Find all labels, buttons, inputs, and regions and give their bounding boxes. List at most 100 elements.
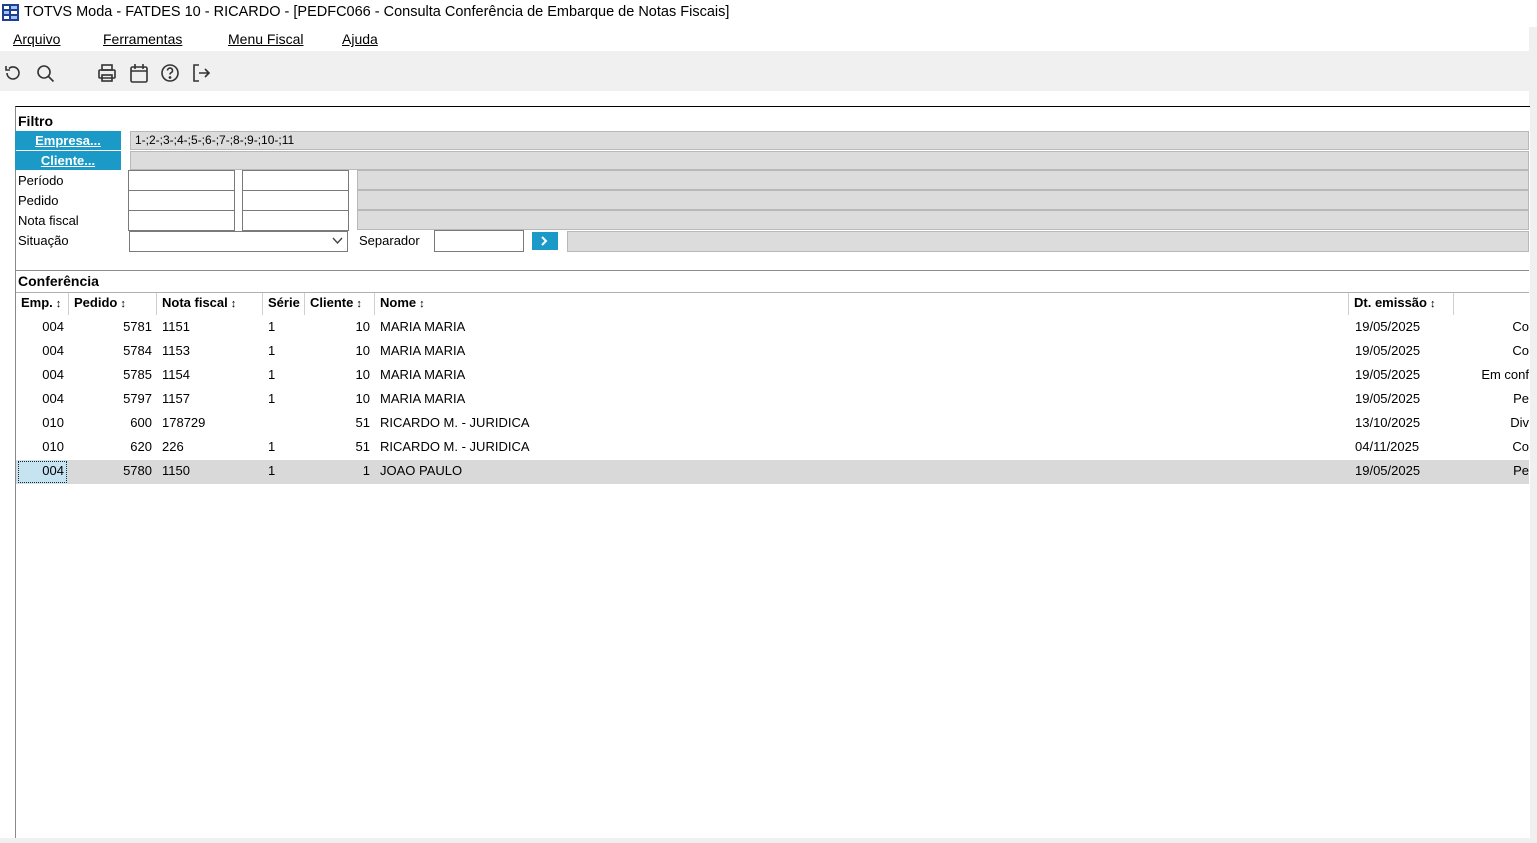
cell-dt-emissao: 19/05/2025: [1355, 367, 1421, 382]
table-row[interactable]: 004 5781 1151 1 10 MARIA MARIA 19/05/202…: [16, 316, 1529, 340]
search-icon[interactable]: [34, 62, 56, 84]
col-nome-header[interactable]: Nome ↕: [375, 293, 1349, 315]
cell-nota-fiscal: 1150: [162, 463, 190, 478]
cell-serie: 1: [268, 343, 276, 358]
cell-situacao: Pe: [1513, 391, 1529, 406]
cell-situacao: Div: [1510, 415, 1529, 430]
chevron-down-icon: [332, 237, 343, 245]
cell-situacao: Co: [1512, 343, 1529, 358]
pedido-end-input[interactable]: [242, 190, 349, 211]
cell-situacao: Em conf: [1481, 367, 1529, 382]
pedido-info-field: [357, 190, 1529, 210]
cell-cliente: 1: [362, 463, 370, 478]
cell-emp: 004: [42, 367, 64, 382]
cell-emp: 004: [17, 460, 68, 484]
filtro-title: Filtro: [18, 113, 53, 129]
app-icon: [2, 4, 19, 21]
chevron-right-icon: [541, 236, 548, 246]
cell-pedido: 5784: [123, 343, 152, 358]
cell-emp: 004: [42, 319, 64, 334]
sort-icon: ↕: [419, 298, 425, 310]
col-cliente-header[interactable]: Cliente ↕: [305, 293, 375, 315]
menu-fiscal-label: Menu Fiscal: [228, 31, 304, 47]
table-row[interactable]: 004 5797 1157 1 10 MARIA MARIA 19/05/202…: [16, 388, 1529, 412]
col-situacao-header[interactable]: [1454, 293, 1529, 315]
go-button[interactable]: [532, 232, 558, 250]
cell-situacao: Co: [1512, 439, 1529, 454]
table-row[interactable]: 010 620 226 1 51 RICARDO M. - JURIDICA 0…: [16, 436, 1529, 460]
col-nota-fiscal-header[interactable]: Nota fiscal ↕: [157, 293, 263, 315]
menu-ajuda-label: Ajuda: [342, 31, 378, 47]
cell-pedido: 5797: [123, 391, 152, 406]
help-icon[interactable]: [159, 62, 181, 84]
sort-icon: ↕: [55, 298, 62, 310]
cliente-field[interactable]: [130, 151, 1529, 170]
cell-cliente: 10: [355, 343, 370, 358]
situacao-select[interactable]: [129, 231, 348, 252]
print-icon[interactable]: [96, 62, 118, 84]
cell-cliente: 10: [355, 391, 370, 406]
cell-cliente: 51: [355, 439, 370, 454]
col-nome-label: Nome: [380, 295, 417, 310]
cell-nome: JOAO PAULO: [380, 463, 463, 478]
nota-fiscal-label: Nota fiscal: [18, 213, 79, 228]
menu-fiscal[interactable]: Menu Fiscal: [228, 31, 303, 47]
empresa-button[interactable]: Empresa...: [15, 131, 121, 150]
periodo-start-input[interactable]: [128, 170, 235, 191]
vertical-scrollbar[interactable]: [1529, 27, 1537, 843]
menu-ajuda[interactable]: Ajuda: [342, 31, 378, 47]
col-serie-label: Série: [268, 295, 300, 310]
cell-pedido: 620: [130, 439, 152, 454]
nota-fiscal-end-input[interactable]: [242, 210, 349, 231]
separador-label: Separador: [359, 233, 420, 248]
periodo-end-input[interactable]: [242, 170, 349, 191]
cell-pedido: 600: [130, 415, 152, 430]
pedido-label: Pedido: [18, 193, 59, 208]
cell-nome: MARIA MARIA: [380, 343, 466, 358]
window-title: TOTVS Moda - FATDES 10 - RICARDO - [PEDF…: [24, 4, 730, 20]
nota-fiscal-start-input[interactable]: [128, 210, 235, 231]
cell-nota-fiscal: 1154: [162, 367, 190, 382]
title-bar: TOTVS Moda - FATDES 10 - RICARDO - [PEDF…: [0, 0, 1537, 26]
section-divider: [15, 270, 1529, 271]
menu-ferramentas-label: Ferramentas: [103, 31, 183, 47]
menu-bar: Arquivo Ferramentas Menu Fiscal Ajuda: [0, 27, 1537, 51]
cell-cliente: 10: [355, 319, 370, 334]
col-nota-fiscal-label: Nota fiscal: [162, 295, 228, 310]
cell-emp: 004: [42, 391, 64, 406]
situacao-label: Situação: [18, 233, 69, 248]
toolbar: [0, 51, 1530, 91]
table-row[interactable]: 010 600 178729 51 RICARDO M. - JURIDICA …: [16, 412, 1529, 436]
nota-fiscal-info-field: [357, 210, 1529, 230]
cell-nome: MARIA MARIA: [380, 319, 466, 334]
col-dt-emissao-header[interactable]: Dt. emissão ↕: [1349, 293, 1454, 315]
col-pedido-header[interactable]: Pedido ↕: [69, 293, 157, 315]
cell-situacao: Co: [1512, 319, 1529, 334]
cliente-button[interactable]: Cliente...: [15, 151, 121, 170]
table-row-selected[interactable]: 004 5780 1150 1 1 JOAO PAULO 19/05/2025 …: [16, 460, 1529, 484]
cell-dt-emissao: 19/05/2025: [1355, 343, 1421, 358]
sort-icon: ↕: [356, 298, 362, 310]
sort-icon: ↕: [230, 298, 237, 310]
exit-icon[interactable]: [190, 62, 212, 84]
empresa-field[interactable]: 1-;2-;3-;4-;5-;6-;7-;8-;9-;10-;11: [130, 131, 1529, 150]
table-row[interactable]: 004 5785 1154 1 10 MARIA MARIA 19/05/202…: [16, 364, 1529, 388]
cell-emp: 010: [42, 439, 64, 454]
separador-input[interactable]: [434, 230, 524, 252]
col-cliente-label: Cliente: [310, 295, 354, 310]
cell-pedido: 5781: [123, 319, 152, 334]
col-dt-emissao-label: Dt. emissão: [1354, 295, 1427, 310]
col-emp-label: Emp.: [21, 295, 53, 310]
col-emp-header[interactable]: Emp. ↕: [16, 293, 69, 315]
col-serie-header[interactable]: Série: [263, 293, 305, 315]
cell-situacao: Pe: [1513, 463, 1529, 478]
table-row[interactable]: 004 5784 1153 1 10 MARIA MARIA 19/05/202…: [16, 340, 1529, 364]
conferencia-title: Conferência: [18, 273, 99, 289]
calendar-icon[interactable]: [128, 62, 150, 84]
menu-arquivo[interactable]: Arquivo: [13, 31, 60, 47]
pedido-start-input[interactable]: [128, 190, 235, 211]
cell-nota-fiscal: 1153: [162, 343, 190, 358]
refresh-icon[interactable]: [2, 62, 24, 84]
status-strip: [0, 838, 1537, 843]
menu-ferramentas[interactable]: Ferramentas: [103, 31, 182, 47]
